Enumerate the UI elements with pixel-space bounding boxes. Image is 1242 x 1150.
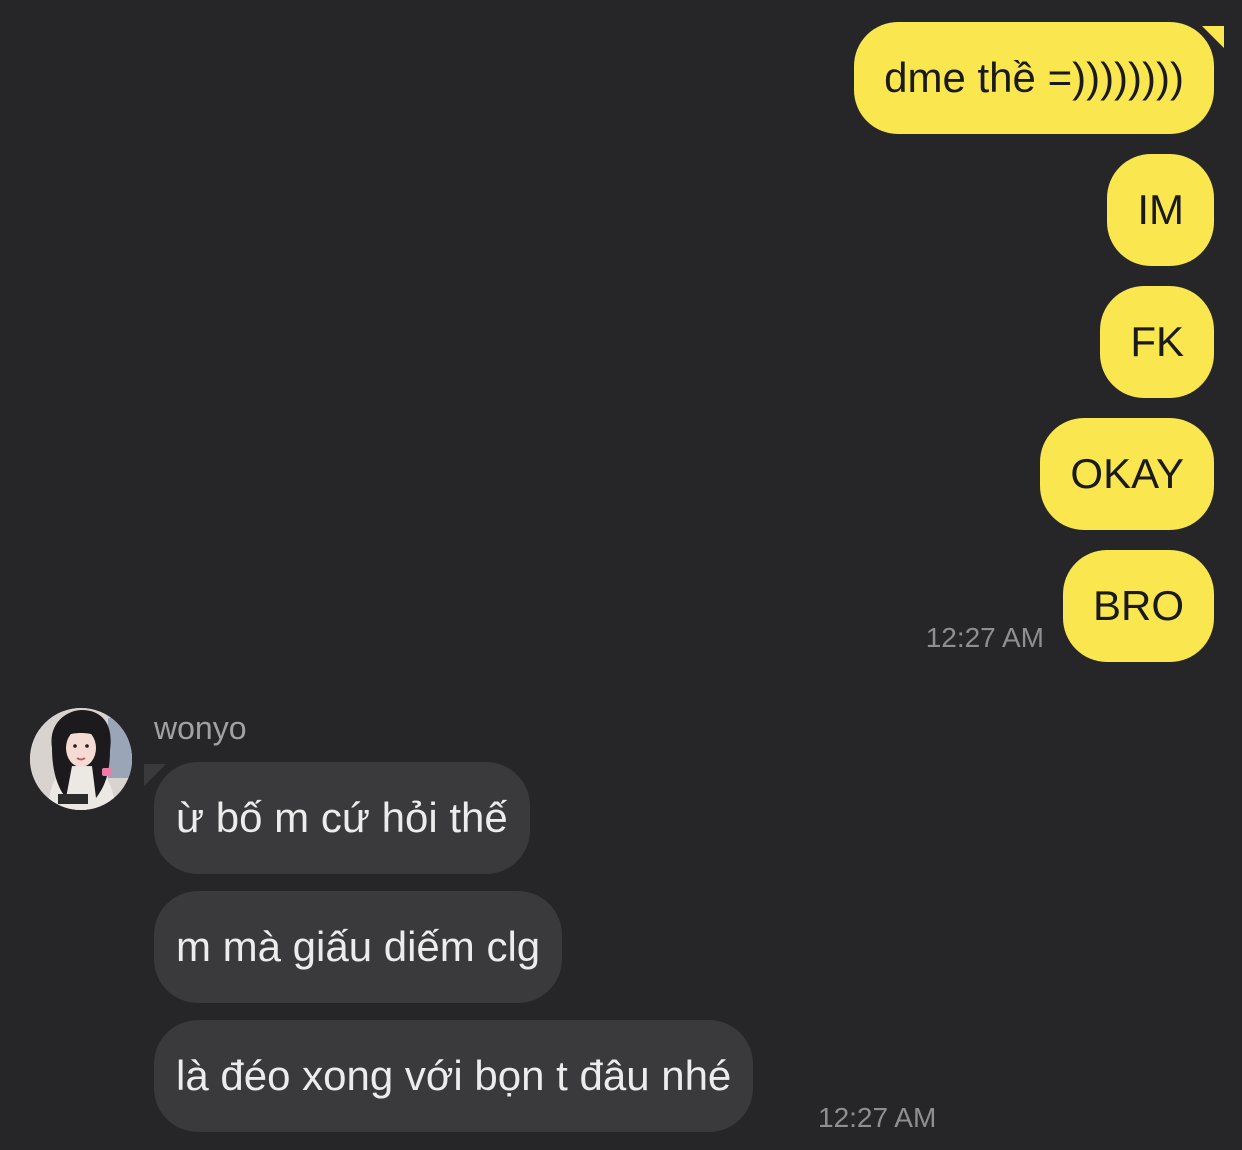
message-text: dme thề =)))))))) — [884, 54, 1184, 101]
received-message-bubble[interactable]: là đéo xong với bọn t đâu nhé — [154, 1020, 754, 1132]
message-text: BRO — [1092, 582, 1184, 629]
received-timestamp: 12:27 AM — [818, 1102, 937, 1133]
sender-avatar[interactable] — [30, 708, 132, 810]
sent-message-bubble[interactable]: dme thề =)))))))) — [854, 22, 1214, 134]
sent-message-bubble[interactable]: IM — [1107, 154, 1214, 266]
message-text: là đéo xong với bọn t đâu nhé — [176, 1052, 732, 1099]
sent-message-bubble[interactable]: BRO — [1062, 550, 1214, 662]
message-text: FK — [1130, 318, 1184, 365]
message-text: OKAY — [1070, 450, 1184, 497]
received-message-bubble[interactable]: ừ bố m cứ hỏi thế — [154, 762, 530, 874]
message-text: ừ bố m cứ hỏi thế — [176, 794, 508, 841]
sent-timestamp: 12:27 AM — [925, 622, 1044, 653]
sent-message-bubble[interactable]: FK — [1100, 286, 1214, 398]
message-text: m mà giấu diếm clg — [176, 923, 541, 970]
message-text: IM — [1137, 186, 1184, 233]
received-message-bubble[interactable]: m mà giấu diếm clg — [154, 891, 563, 1003]
sent-message-bubble[interactable]: OKAY — [1040, 418, 1214, 530]
avatar-photo-icon — [30, 708, 132, 810]
sender-name: wonyo — [154, 710, 247, 746]
